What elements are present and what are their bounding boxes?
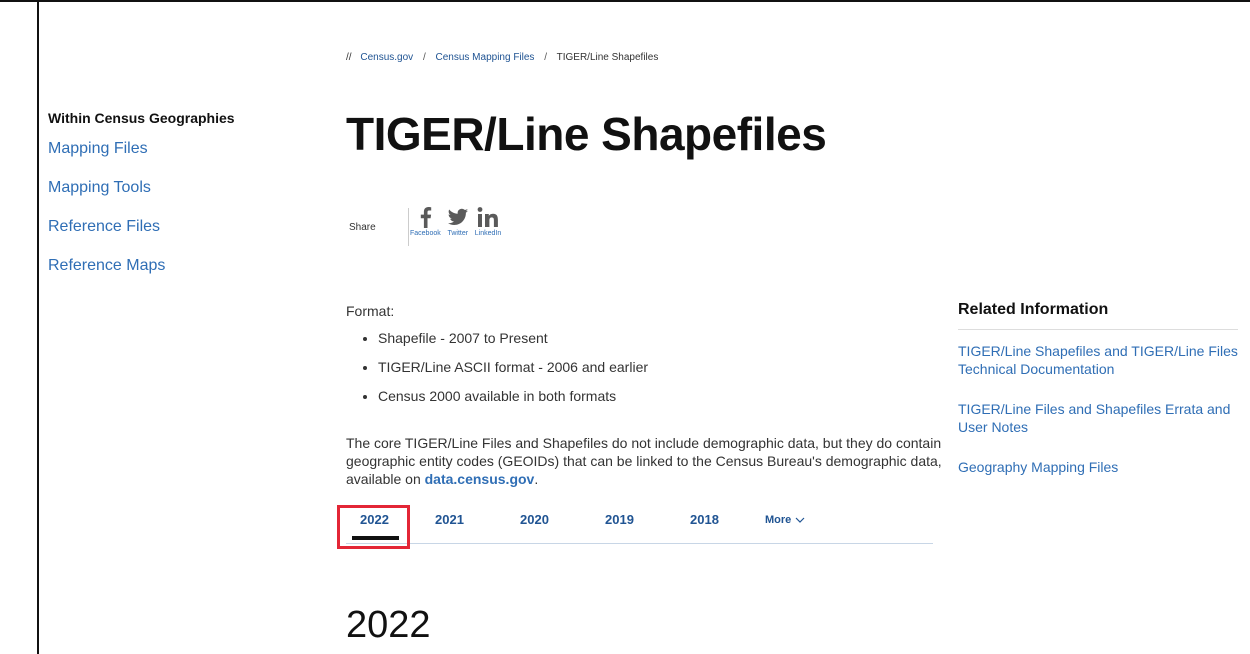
tab-more-dropdown[interactable]: More (765, 514, 805, 526)
sidebar-item-mapping-tools[interactable]: Mapping Tools (48, 178, 165, 198)
format-list: Shapefile - 2007 to Present TIGER/Line A… (346, 329, 946, 405)
breadcrumb: // Census.gov / Census Mapping Files / T… (346, 52, 658, 63)
sidebar-heading: Within Census Geographies (48, 110, 235, 126)
active-tab-highlight-box (337, 505, 410, 549)
format-list-item: Census 2000 available in both formats (378, 387, 946, 405)
format-description-suffix: . (534, 471, 539, 487)
share-icons: Facebook Twitter LinkedIn (410, 206, 501, 237)
twitter-icon (447, 208, 468, 225)
share-divider (408, 208, 409, 246)
sidebar-item-reference-files[interactable]: Reference Files (48, 217, 165, 237)
breadcrumb-prefix: // (346, 52, 352, 63)
window-frame-top (0, 0, 1250, 2)
related-link-technical-documentation[interactable]: TIGER/Line Shapefiles and TIGER/Line Fil… (958, 342, 1238, 378)
chevron-down-icon (795, 517, 805, 523)
format-list-item: Shapefile - 2007 to Present (378, 329, 946, 347)
breadcrumb-current: TIGER/Line Shapefiles (556, 52, 659, 63)
share-label: Share (349, 222, 376, 233)
format-section: Format: Shapefile - 2007 to Present TIGE… (346, 302, 946, 416)
sidebar-item-mapping-files[interactable]: Mapping Files (48, 139, 165, 159)
breadcrumb-separator: / (544, 52, 547, 63)
share-linkedin-label: LinkedIn (474, 230, 502, 237)
linkedin-icon (477, 207, 498, 227)
share-facebook-label: Facebook (410, 230, 441, 237)
share-facebook-button[interactable]: Facebook (410, 206, 441, 237)
sidebar-nav: Mapping Files Mapping Tools Reference Fi… (48, 139, 165, 295)
format-label: Format: (346, 303, 395, 319)
format-list-item: TIGER/Line ASCII format - 2006 and earli… (378, 358, 946, 376)
breadcrumb-census-mapping-files[interactable]: Census Mapping Files (436, 52, 535, 63)
related-information: Related Information TIGER/Line Shapefile… (958, 301, 1238, 498)
share-twitter-label: Twitter (447, 230, 469, 237)
year-tabs: 2022 2021 2020 2019 2018 More (346, 506, 933, 544)
facebook-icon (421, 207, 432, 228)
related-link-geography-mapping-files[interactable]: Geography Mapping Files (958, 458, 1238, 476)
format-description: The core TIGER/Line Files and Shapefiles… (346, 434, 946, 488)
related-links: TIGER/Line Shapefiles and TIGER/Line Fil… (958, 342, 1238, 476)
share-linkedin-button[interactable]: LinkedIn (475, 206, 501, 237)
related-information-heading: Related Information (958, 301, 1238, 330)
breadcrumb-separator: / (422, 52, 426, 63)
tab-more-label: More (765, 514, 792, 526)
tab-2020[interactable]: 2020 (520, 512, 549, 527)
year-section-heading: 2022 (346, 604, 431, 646)
window-frame-left (37, 0, 39, 654)
tab-2019[interactable]: 2019 (605, 512, 634, 527)
data-census-gov-link[interactable]: data.census.gov (425, 471, 535, 487)
sidebar-item-reference-maps[interactable]: Reference Maps (48, 256, 165, 276)
breadcrumb-census-gov[interactable]: Census.gov (360, 52, 413, 63)
share-twitter-button[interactable]: Twitter (447, 206, 469, 237)
related-link-errata-user-notes[interactable]: TIGER/Line Files and Shapefiles Errata a… (958, 400, 1238, 436)
tab-2018[interactable]: 2018 (690, 512, 719, 527)
tab-2021[interactable]: 2021 (435, 512, 464, 527)
page-title: TIGER/Line Shapefiles (346, 108, 827, 160)
